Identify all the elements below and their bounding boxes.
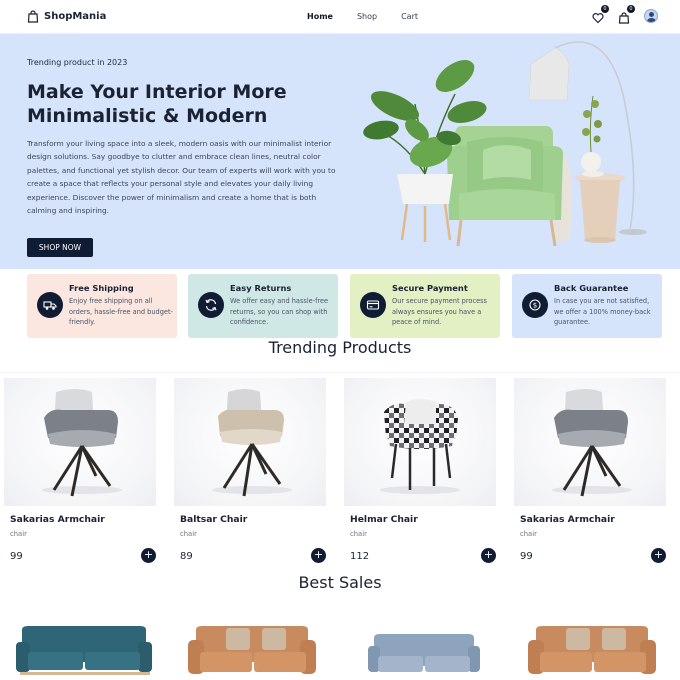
product-name[interactable]: Sakarias Armchair xyxy=(10,514,105,525)
cart-bag-icon xyxy=(618,12,630,24)
brand-name: ShopMania xyxy=(44,11,107,22)
product-price: 112 xyxy=(350,551,370,562)
nav-shop[interactable]: Shop xyxy=(357,12,377,21)
tan-leather-sofa-illustration xyxy=(188,626,316,674)
product-name[interactable]: Baltsar Chair xyxy=(180,514,247,525)
feature-description: Our secure payment process always ensure… xyxy=(392,297,487,327)
product-price: 99 xyxy=(10,551,23,562)
add-to-cart-button[interactable]: + xyxy=(141,548,156,563)
cart-count-badge: 0 xyxy=(627,5,635,13)
feature-title: Back Guarantee xyxy=(554,283,629,293)
feature-icon-badge xyxy=(360,292,386,318)
nav-actions: 0 0 xyxy=(592,5,658,24)
grey-blue-sofa-illustration xyxy=(368,634,480,672)
product-category: chair xyxy=(350,530,367,538)
hero-kicker: Trending product in 2023 xyxy=(27,58,128,67)
hero-banner: Trending product in 2023 Make Your Inter… xyxy=(0,34,680,269)
nav-cart[interactable]: Cart xyxy=(401,12,418,21)
svg-text:$: $ xyxy=(533,302,537,310)
nav-home[interactable]: Home xyxy=(307,12,333,21)
best-sale-item[interactable] xyxy=(170,612,330,680)
product-price: 89 xyxy=(180,551,193,562)
product-card[interactable]: Baltsar Chair chair 89 + xyxy=(170,374,330,574)
credit-card-icon xyxy=(366,300,380,310)
best-sale-item[interactable] xyxy=(0,612,160,680)
feature-icon-badge xyxy=(37,292,63,318)
wishlist-button[interactable]: 0 xyxy=(592,5,609,24)
cart-button[interactable]: 0 xyxy=(618,5,635,24)
feature-card-easy-returns: Easy Returns We offer easy and hassle-fr… xyxy=(188,274,338,338)
product-category: chair xyxy=(10,530,27,538)
shopping-bag-icon xyxy=(27,10,39,23)
feature-card-back-guarantee: $ Back Guarantee In case you are not sat… xyxy=(512,274,662,338)
feature-card-secure-payment: Secure Payment Our secure payment proces… xyxy=(350,274,500,338)
teal-sofa-illustration xyxy=(16,626,152,675)
trending-products-grid: Sakarias Armchair chair 99 + Baltsar Cha… xyxy=(0,374,680,574)
brand-logo[interactable]: ShopMania xyxy=(27,10,106,23)
grey-armchair-illustration xyxy=(552,389,632,497)
hero-interior-illustration xyxy=(363,41,647,247)
tan-leather-sofa-illustration xyxy=(528,626,656,674)
product-card[interactable]: Sakarias Armchair chair 99 + xyxy=(510,374,670,574)
beige-chair-illustration xyxy=(212,389,292,497)
product-card[interactable]: Helmar Chair chair 112 + xyxy=(340,374,500,574)
feature-title: Secure Payment xyxy=(392,283,468,293)
best-sale-item[interactable] xyxy=(510,612,670,680)
feature-description: Enjoy free shipping on all orders, hassl… xyxy=(69,297,173,327)
product-image[interactable] xyxy=(344,378,496,506)
add-to-cart-button[interactable]: + xyxy=(651,548,666,563)
grey-armchair-illustration xyxy=(42,389,122,497)
best-sale-item[interactable] xyxy=(340,612,500,680)
feature-title: Free Shipping xyxy=(69,283,134,293)
navbar: ShopMania Home Shop Cart 0 0 xyxy=(0,0,680,34)
product-category: chair xyxy=(180,530,197,538)
product-name[interactable]: Sakarias Armchair xyxy=(520,514,615,525)
feature-icon-badge xyxy=(198,292,224,318)
feature-description: We offer easy and hassle-free returns, s… xyxy=(230,297,329,327)
wishlist-count-badge: 0 xyxy=(601,5,609,13)
product-image[interactable] xyxy=(4,378,156,506)
add-to-cart-button[interactable]: + xyxy=(481,548,496,563)
shop-now-button[interactable]: SHOP NOW xyxy=(27,238,93,257)
money-back-icon: $ xyxy=(529,299,541,311)
heart-icon xyxy=(592,13,604,24)
product-image[interactable] xyxy=(174,378,326,506)
product-card[interactable]: Sakarias Armchair chair 99 + xyxy=(0,374,160,574)
product-price: 99 xyxy=(520,551,533,562)
refresh-icon xyxy=(205,299,217,311)
section-divider xyxy=(0,372,680,373)
feature-title: Easy Returns xyxy=(230,283,292,293)
product-category: chair xyxy=(520,530,537,538)
add-to-cart-button[interactable]: + xyxy=(311,548,326,563)
product-name[interactable]: Helmar Chair xyxy=(350,514,418,525)
main-nav: Home Shop Cart xyxy=(307,12,442,21)
feature-description: In case you are not satisfied, we offer … xyxy=(554,297,651,327)
plaid-chair-illustration xyxy=(380,399,460,494)
best-sales-title: Best Sales xyxy=(298,573,382,592)
user-avatar[interactable] xyxy=(644,9,658,23)
feature-card-free-shipping: Free Shipping Enjoy free shipping on all… xyxy=(27,274,177,338)
truck-icon xyxy=(43,301,57,310)
hero-title: Make Your Interior More Minimalistic & M… xyxy=(27,81,287,127)
feature-icon-badge: $ xyxy=(522,292,548,318)
trending-products-title: Trending Products xyxy=(268,338,412,357)
hero-description: Transform your living space into a sleek… xyxy=(27,139,336,216)
best-sales-grid xyxy=(0,612,680,680)
product-image[interactable] xyxy=(514,378,666,506)
features-row: Free Shipping Enjoy free shipping on all… xyxy=(27,274,662,338)
